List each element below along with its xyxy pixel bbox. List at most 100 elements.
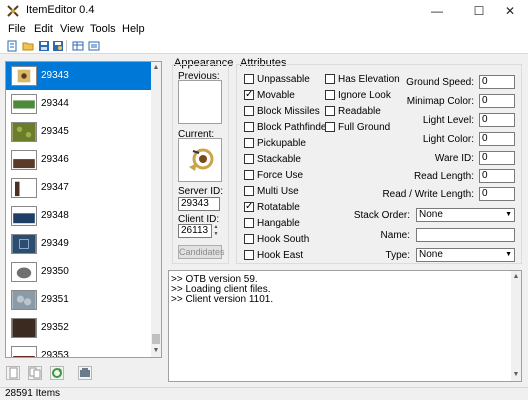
pickupable-checkbox[interactable]	[244, 138, 254, 148]
list-item[interactable]: 29351	[6, 286, 151, 314]
block-pathfinder-label: Block Pathfinder	[257, 122, 330, 133]
ware-id-field[interactable]: 0	[479, 151, 515, 165]
movable-label: Movable	[257, 90, 295, 101]
new-item-button[interactable]	[6, 366, 20, 380]
minimap-color-field[interactable]: 0	[479, 94, 515, 108]
stackable-checkbox[interactable]	[244, 154, 254, 164]
item-id: 29345	[41, 126, 69, 137]
list-item[interactable]: 29347	[6, 174, 151, 202]
stack-order-select[interactable]: None ▼	[416, 208, 515, 222]
has-elevation-checkbox[interactable]	[325, 74, 335, 84]
scroll-down-arrow-icon[interactable]: ▼	[151, 345, 161, 357]
item-sprite-thumbnail	[11, 318, 37, 338]
chevron-down-icon: ▼	[505, 251, 512, 258]
item-id: 29348	[41, 210, 69, 221]
hangable-checkbox[interactable]	[244, 218, 254, 228]
rotatable-checkbox[interactable]: ✓	[244, 202, 254, 212]
stack-order-label: Stack Order:	[353, 210, 410, 221]
read-write-length-label: Read / Write Length:	[382, 189, 474, 200]
scrollbar-thumb[interactable]	[152, 334, 160, 344]
thumb-fill	[12, 319, 36, 337]
list-item[interactable]: 29348	[6, 202, 151, 230]
item-list[interactable]: 29343 29344 29345 29346 29347 29348 2934…	[5, 61, 162, 358]
item-id: 29347	[41, 182, 69, 193]
unpassable-label: Unpassable	[257, 74, 310, 85]
open-folder-icon[interactable]	[22, 40, 34, 52]
server-id-label: Server ID:	[178, 186, 224, 197]
scroll-up-arrow-icon[interactable]: ▲	[511, 271, 521, 283]
movable-checkbox[interactable]: ✓	[244, 90, 254, 100]
ground-speed-field[interactable]: 0	[479, 75, 515, 89]
list-item[interactable]: 29343	[6, 62, 151, 90]
menu-tools[interactable]: Tools	[90, 23, 116, 35]
list-item[interactable]: 29350	[6, 258, 151, 286]
menu-help[interactable]: Help	[122, 23, 145, 35]
client-id-stepper[interactable]: ▲ ▼	[212, 224, 220, 238]
stackable-label: Stackable	[257, 154, 301, 165]
list-item[interactable]: 29349	[6, 230, 151, 258]
list-item[interactable]: 29346	[6, 146, 151, 174]
item-sprite-thumbnail	[11, 122, 37, 142]
read-length-field[interactable]: 0	[479, 169, 515, 183]
list-item[interactable]: 29352	[6, 314, 151, 342]
item-id: 29351	[41, 294, 69, 305]
type-select[interactable]: None ▼	[416, 248, 515, 262]
item-list-scrollbar[interactable]: ▲ ▼	[151, 62, 161, 357]
close-button[interactable]: ✕	[492, 0, 528, 22]
thumb-fill	[13, 159, 35, 169]
output-log[interactable]: >> OTB version 59. >> Loading client fil…	[168, 270, 522, 382]
read-length-label: Read Length:	[413, 171, 474, 182]
reload-item-button[interactable]	[50, 366, 64, 380]
minimize-button[interactable]: —	[416, 0, 458, 22]
scroll-down-arrow-icon[interactable]: ▼	[511, 369, 521, 381]
multi-use-checkbox[interactable]	[244, 186, 254, 196]
output-scrollbar[interactable]: ▲ ▼	[511, 271, 521, 381]
item-sprite-thumbnail	[11, 94, 37, 114]
scroll-up-arrow-icon[interactable]: ▲	[151, 62, 161, 74]
item-id: 29349	[41, 238, 69, 249]
previous-sprite-preview	[178, 80, 222, 124]
force-use-checkbox[interactable]	[244, 170, 254, 180]
save-as-icon[interactable]	[52, 40, 64, 52]
ware-id-label: Ware ID:	[434, 153, 474, 164]
menu-bar: File Edit View Tools Help	[0, 22, 528, 38]
read-write-length-field[interactable]: 0	[479, 187, 515, 201]
block-missiles-checkbox[interactable]	[244, 106, 254, 116]
light-color-field[interactable]: 0	[479, 132, 515, 146]
menu-view[interactable]: View	[60, 23, 84, 35]
ignore-look-checkbox[interactable]	[325, 90, 335, 100]
thumb-fill	[12, 291, 36, 309]
list-item[interactable]: 29353	[6, 342, 151, 357]
menu-edit[interactable]: Edit	[34, 23, 53, 35]
block-pathfinder-checkbox[interactable]	[244, 122, 254, 132]
name-field[interactable]	[416, 228, 515, 242]
item-id: 29344	[41, 98, 69, 109]
toolbar-separator	[66, 40, 67, 52]
stack-order-value: None	[419, 209, 443, 220]
stepper-down-icon[interactable]: ▼	[212, 231, 220, 238]
stepper-up-icon[interactable]: ▲	[212, 224, 220, 231]
duplicate-item-button[interactable]	[28, 366, 42, 380]
type-value: None	[419, 249, 443, 260]
hook-south-checkbox[interactable]	[244, 234, 254, 244]
new-file-icon[interactable]	[6, 40, 18, 52]
items-count: 28591 Items	[5, 388, 61, 399]
menu-file[interactable]: File	[8, 23, 26, 35]
name-label: Name:	[380, 230, 410, 241]
find-item-icon[interactable]	[88, 40, 100, 52]
readable-checkbox[interactable]	[325, 106, 335, 116]
client-id-field[interactable]: 26113	[178, 224, 212, 238]
save-icon[interactable]	[38, 40, 50, 52]
find-item-button[interactable]	[78, 366, 92, 380]
candidates-button[interactable]: Candidates	[178, 245, 225, 259]
hook-east-checkbox[interactable]	[244, 250, 254, 260]
list-item[interactable]: 29344	[6, 90, 151, 118]
compare-icon[interactable]	[72, 40, 84, 52]
light-level-field[interactable]: 0	[479, 113, 515, 127]
hangable-label: Hangable	[257, 218, 300, 229]
full-ground-checkbox[interactable]	[325, 122, 335, 132]
server-id-field[interactable]: 29343	[178, 197, 220, 211]
list-item[interactable]: 29345	[6, 118, 151, 146]
unpassable-checkbox[interactable]	[244, 74, 254, 84]
item-sprite-thumbnail	[11, 178, 37, 198]
